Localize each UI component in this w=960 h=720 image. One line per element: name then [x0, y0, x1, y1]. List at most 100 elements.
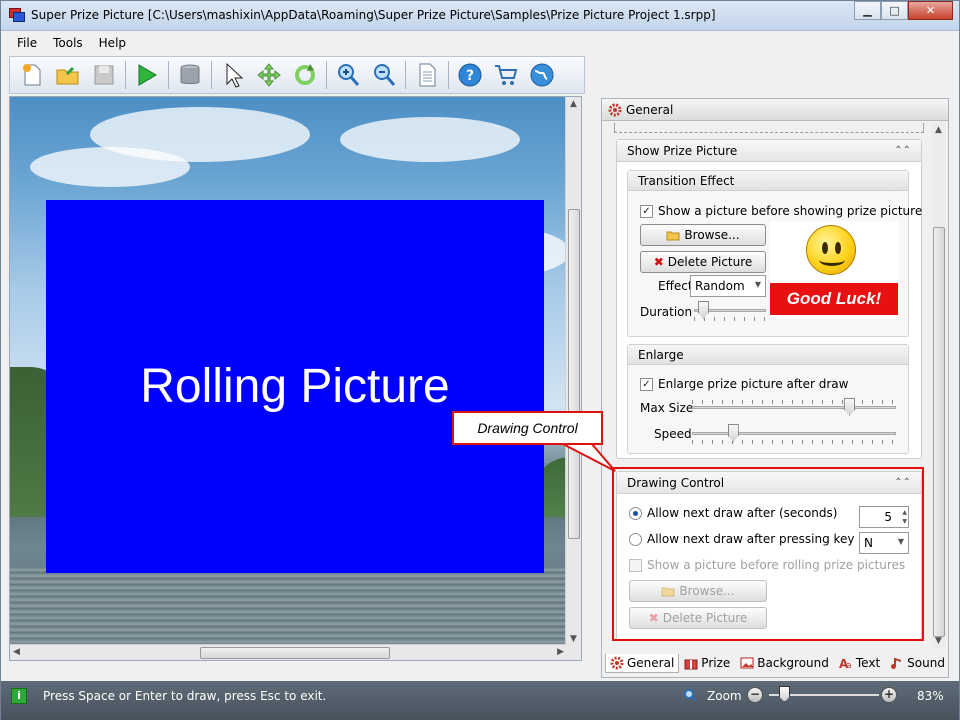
tab-text[interactable]: Aa Text	[834, 653, 885, 673]
canvas-vertical-scrollbar[interactable]: ▲ ▼	[565, 97, 581, 660]
toolbar-separator	[405, 61, 406, 89]
transition-delete-button[interactable]: ✖ Delete Picture	[640, 251, 766, 273]
tab-general[interactable]: General	[605, 653, 680, 673]
transition-browse-label: Browse...	[684, 228, 740, 242]
show-prize-picture-header[interactable]: Show Prize Picture ⌃⌃	[617, 140, 921, 162]
delete-x-icon: ✖	[653, 255, 664, 269]
svg-text:?: ?	[466, 68, 474, 84]
duration-label: Duration	[640, 305, 693, 319]
minimize-button[interactable]: ▁	[854, 1, 881, 20]
speed-label: Speed	[654, 427, 692, 441]
scroll-up-arrow-icon[interactable]: ▲	[570, 99, 577, 109]
max-size-slider-track[interactable]	[692, 406, 896, 409]
speed-slider-track[interactable]	[692, 432, 896, 435]
rotate-tool-button[interactable]	[287, 58, 323, 92]
smiley-eye	[835, 242, 841, 254]
canvas-horizontal-scrollbar[interactable]: ◀ ▶	[10, 644, 567, 660]
tab-background-label: Background	[757, 656, 829, 670]
preview-canvas[interactable]: Rolling Picture ▲ ▼ ◀ ▶	[9, 96, 582, 661]
save-project-button[interactable]	[86, 58, 122, 92]
tab-sound-label: Sound	[907, 656, 945, 670]
rotate-icon	[295, 64, 315, 85]
duration-slider-ticks	[694, 317, 766, 321]
zoom-in-button[interactable]	[330, 58, 366, 92]
gear-icon	[608, 103, 622, 116]
previous-group-edge	[614, 123, 924, 133]
tab-background[interactable]: Background	[735, 653, 834, 673]
menu-bar: File Tools Help	[1, 32, 959, 54]
close-button[interactable]: ✕	[908, 1, 953, 20]
buy-button[interactable]	[488, 58, 524, 92]
max-size-ticks	[692, 400, 896, 404]
cart-icon	[495, 65, 518, 85]
max-size-slider-thumb[interactable]	[844, 398, 856, 416]
app-logo-icon	[9, 8, 25, 22]
open-project-button[interactable]	[50, 58, 86, 92]
canvas-horizontal-scroll-thumb[interactable]	[200, 647, 390, 659]
select-tool-button[interactable]	[215, 58, 251, 92]
max-size-label: Max Size	[640, 401, 694, 415]
menu-help[interactable]: Help	[91, 34, 134, 52]
folder-icon	[666, 231, 680, 241]
transition-delete-label: Delete Picture	[667, 255, 753, 269]
effect-select[interactable]: Random ▼	[690, 275, 766, 297]
scroll-left-arrow-icon[interactable]: ◀	[13, 647, 20, 657]
database-button[interactable]	[172, 58, 208, 92]
rolling-picture-text: Rolling Picture	[140, 360, 450, 413]
scroll-down-arrow-icon[interactable]: ▼	[935, 636, 942, 646]
show-prize-picture-group: Show Prize Picture ⌃⌃ Transition Effect …	[616, 139, 922, 459]
scroll-up-arrow-icon[interactable]: ▲	[935, 125, 942, 135]
text-icon: Aa	[839, 657, 852, 670]
toolbar-separator	[448, 61, 449, 89]
good-luck-banner: Good Luck!	[770, 283, 898, 315]
panel-scrollbar[interactable]: ▲ ▼	[932, 123, 946, 648]
menu-file[interactable]: File	[9, 34, 45, 52]
tab-sound[interactable]: Sound	[885, 653, 950, 673]
zoom-out-small-button[interactable]: −	[747, 687, 763, 703]
maximize-button[interactable]: □	[881, 1, 908, 20]
collapse-chevron-icon[interactable]: ⌃⌃	[894, 145, 911, 156]
zoom-out-icon	[374, 64, 396, 86]
start-draw-button[interactable]	[129, 58, 165, 92]
speed-ticks	[692, 440, 896, 444]
enlarge-label: Enlarge prize picture after draw	[658, 377, 849, 391]
rolling-picture-box[interactable]: Rolling Picture	[46, 200, 544, 573]
new-project-button[interactable]	[14, 58, 50, 92]
panel-header: General	[602, 99, 948, 121]
scroll-down-arrow-icon[interactable]: ▼	[570, 634, 577, 644]
zoom-in-icon	[338, 64, 360, 86]
window-title: Super Prize Picture [C:\Users\mashixin\A…	[31, 8, 716, 22]
save-icon	[94, 65, 114, 85]
play-icon	[138, 64, 157, 86]
info-icon: i	[11, 688, 27, 704]
magnifier-icon	[684, 689, 697, 702]
canvas-vertical-scroll-thumb[interactable]	[568, 209, 580, 539]
menu-tools[interactable]: Tools	[45, 34, 91, 52]
transition-effect-title: Transition Effect	[628, 171, 908, 191]
tab-prize[interactable]: Prize	[679, 653, 735, 673]
tab-prize-label: Prize	[701, 656, 731, 670]
show-before-checkbox[interactable]: ✓	[640, 205, 653, 218]
gift-icon	[684, 659, 698, 670]
enlarge-checkbox[interactable]: ✓	[640, 378, 653, 391]
svg-text:a: a	[846, 661, 852, 670]
gear-icon	[610, 656, 624, 669]
scroll-right-arrow-icon[interactable]: ▶	[557, 647, 564, 657]
zoom-in-small-button[interactable]: +	[881, 687, 897, 703]
zoom-out-button[interactable]	[366, 58, 402, 92]
effect-label: Effect	[658, 279, 693, 293]
drawing-control-callout: Drawing Control	[452, 411, 603, 445]
help-button[interactable]: ?	[452, 58, 488, 92]
callout-tail	[561, 443, 616, 472]
document-button[interactable]	[409, 58, 445, 92]
smiley-eye	[822, 242, 828, 254]
zoom-slider-thumb[interactable]	[779, 686, 790, 702]
transition-effect-group: Transition Effect ✓ Show a picture befor…	[627, 170, 922, 337]
panel-scroll-thumb[interactable]	[933, 227, 945, 637]
new-file-icon	[23, 64, 41, 86]
open-folder-icon	[56, 66, 79, 85]
website-button[interactable]	[524, 58, 560, 92]
transition-browse-button[interactable]: Browse...	[640, 224, 766, 246]
move-tool-button[interactable]	[251, 58, 287, 92]
status-bar: i Press Space or Enter to draw, press Es…	[1, 681, 959, 720]
